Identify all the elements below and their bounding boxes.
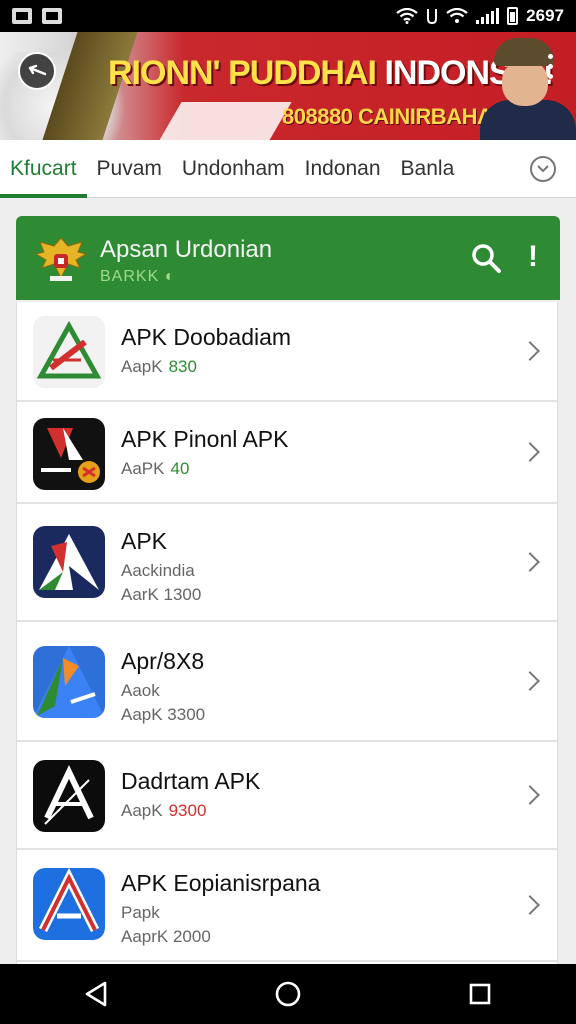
chevron-right-icon bbox=[520, 552, 540, 572]
chevron-right-icon bbox=[520, 895, 540, 915]
chevron-right-icon bbox=[520, 341, 540, 361]
wifi-icon-2 bbox=[446, 8, 468, 23]
chevron-right-icon bbox=[520, 671, 540, 691]
app-name: Apr/8X8 bbox=[121, 648, 205, 674]
category-header: Apsan Urdonian BARKK ◐ ! bbox=[16, 216, 560, 300]
info-icon: ◐ bbox=[164, 268, 176, 285]
nav-home-button[interactable] bbox=[258, 972, 318, 1016]
category-title: Apsan Urdonian bbox=[100, 236, 273, 263]
app-icon-warning-triangle bbox=[33, 316, 105, 388]
tab-overflow-icon[interactable] bbox=[530, 155, 556, 182]
chevron-right-icon bbox=[520, 442, 540, 462]
category-subtitle: BARKK ◐ bbox=[100, 268, 176, 285]
app-name: APK bbox=[121, 528, 168, 554]
tab-undonham[interactable]: Undonham bbox=[172, 140, 295, 198]
tab-puvam[interactable]: Puvam bbox=[87, 140, 172, 198]
back-icon bbox=[85, 981, 107, 1007]
app-name: APK Pinonl APK bbox=[121, 426, 289, 452]
app-name: APK Doobadiam bbox=[121, 324, 292, 350]
system-nav-bar bbox=[0, 964, 576, 1024]
list-item[interactable]: APK Aackindia AarK 1300 bbox=[17, 504, 557, 622]
list-item[interactable]: APK Eopianisrpana Papk AaprK 2000 bbox=[17, 850, 557, 962]
officer-portrait bbox=[480, 38, 576, 140]
tab-bar: Kfucart Puvam Undonham Indonan Banla bbox=[0, 140, 576, 198]
status-time: 2697 bbox=[526, 6, 564, 25]
notification-icon bbox=[12, 8, 32, 24]
list-item[interactable]: APK Doobadiam AapK 830 bbox=[17, 302, 557, 402]
app-icon-triangle-flag bbox=[33, 526, 105, 598]
chevron-right-icon bbox=[520, 785, 540, 805]
search-icon[interactable] bbox=[470, 242, 502, 274]
status-bar: 2697 bbox=[0, 0, 576, 32]
alert-icon[interactable]: ! bbox=[528, 242, 538, 272]
wifi-icon bbox=[396, 8, 418, 24]
promo-banner[interactable]: RIONN' PUDDHAI INDONSIA! 808880 CAINIRBA… bbox=[0, 32, 576, 140]
nav-recents-button[interactable] bbox=[450, 972, 510, 1016]
battery-icon bbox=[507, 7, 519, 25]
app-icon-blue-triangle bbox=[33, 646, 105, 718]
recents-icon bbox=[469, 983, 491, 1005]
tab-kfucart[interactable]: Kfucart bbox=[0, 140, 87, 198]
signal-icon bbox=[476, 8, 500, 24]
more-options-icon[interactable] bbox=[548, 54, 554, 79]
app-name: APK Eopianisrpana bbox=[121, 870, 321, 896]
back-arrow-icon bbox=[28, 64, 47, 76]
list-item[interactable]: Apr/8X8 Aaok AapK 3300 bbox=[17, 622, 557, 742]
banner-subtitle: 808880 CAINIRBAHAN bbox=[282, 104, 508, 129]
back-button[interactable] bbox=[18, 52, 56, 90]
app-icon-red-blue-a bbox=[33, 868, 105, 940]
garuda-emblem-icon bbox=[34, 237, 88, 281]
list-item[interactable]: Dadrtam APK AapK 9300 bbox=[17, 742, 557, 850]
app-list: APK Doobadiam AapK 830 APK Pinonl APK AaP… bbox=[16, 302, 558, 964]
list-item[interactable]: APK Pinonl APK AaPK 40 bbox=[17, 402, 557, 504]
gallery-icon bbox=[42, 8, 62, 24]
alarm-icon bbox=[427, 9, 438, 25]
nav-back-button[interactable] bbox=[66, 972, 126, 1016]
app-icon-black-a bbox=[33, 760, 105, 832]
app-icon-red-flag bbox=[33, 418, 105, 490]
home-icon bbox=[275, 981, 301, 1007]
tab-banla[interactable]: Banla bbox=[391, 140, 465, 198]
tab-indonan[interactable]: Indonan bbox=[295, 140, 391, 198]
app-name: Dadrtam APK bbox=[121, 768, 261, 794]
